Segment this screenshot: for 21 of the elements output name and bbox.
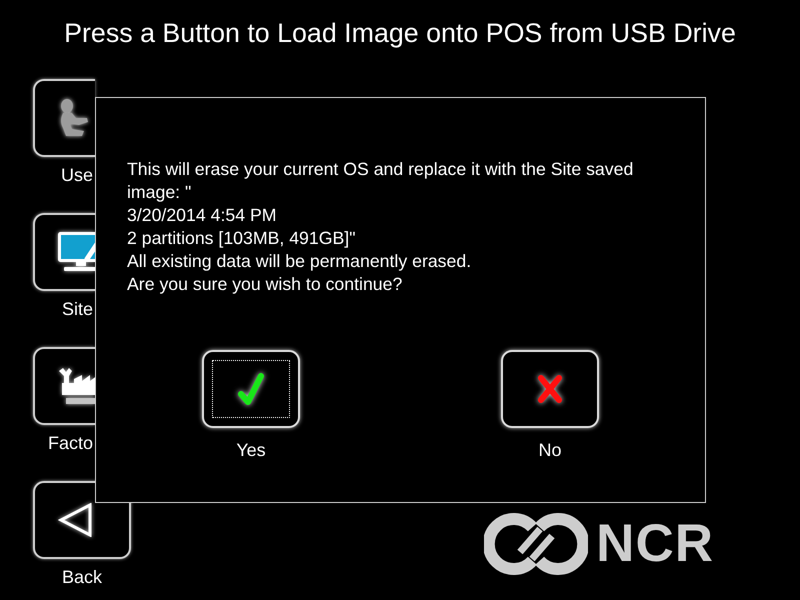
nav-caption: Back <box>62 567 102 587</box>
page-title: Press a Button to Load Image onto POS from USB Drive <box>63 17 737 49</box>
nav-caption: Site <box>62 299 93 319</box>
option-caption: No <box>538 439 562 461</box>
left-triangle-icon <box>58 503 92 537</box>
nav-button[interactable] <box>33 213 95 291</box>
cancel-button[interactable] <box>501 350 599 428</box>
confirm-button[interactable] <box>202 350 300 428</box>
nav-caption: Use <box>60 165 93 185</box>
dialog-message: This will erase your current OS and replace it with the Site saved image: " 3/20/2014 4:54 PM 2 partitions [103MB, 491GB]" All existing data will be permanently erased. Are you sure you wish to continue? <box>127 158 634 296</box>
nav-button[interactable] <box>33 347 95 425</box>
nav-button[interactable] <box>33 481 131 559</box>
nav-caption: Facto <box>48 433 93 453</box>
cross-icon <box>537 374 563 404</box>
nav-button[interactable] <box>33 79 95 157</box>
monitor-icon <box>58 232 95 272</box>
rings-logo-icon <box>484 512 588 576</box>
check-icon <box>237 372 265 406</box>
person-icon <box>58 99 88 137</box>
logo-text: NCR <box>596 516 714 572</box>
option-caption: Yes <box>236 439 266 461</box>
